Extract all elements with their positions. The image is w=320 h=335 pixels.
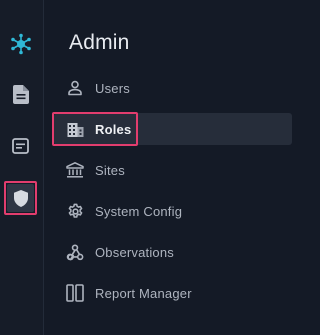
rail-item-admin[interactable]	[4, 181, 37, 215]
building-icon	[64, 118, 86, 140]
panel-title: Admin	[69, 31, 130, 54]
menu-item-label: Report Manager	[95, 285, 192, 301]
network-hub-icon	[10, 33, 31, 54]
menu-item-system-config[interactable]: System Config	[54, 195, 292, 227]
rail-item-admin-selected-bg	[7, 184, 34, 212]
menu-item-label: Sites	[95, 162, 125, 178]
menu-item-label: System Config	[95, 203, 183, 219]
note-card-icon	[12, 137, 29, 154]
shield-icon	[13, 189, 28, 207]
bank-icon	[64, 159, 86, 181]
menu-item-report-manager[interactable]: Report Manager	[54, 277, 292, 309]
app-window: Admin Users Roles Sites System Config Ob…	[0, 0, 297, 335]
webhook-icon	[64, 241, 86, 263]
menu-item-users[interactable]: Users	[54, 72, 292, 104]
menu-item-observations[interactable]: Observations	[54, 236, 292, 268]
rail-item-documents[interactable]	[5, 79, 36, 110]
user-icon	[64, 77, 86, 99]
admin-panel: Admin Users Roles Sites System Config Ob…	[44, 0, 297, 335]
report-panel-icon	[64, 282, 86, 304]
rail-item-notes[interactable]	[5, 130, 36, 161]
icon-rail	[0, 0, 44, 335]
gear-icon	[64, 200, 86, 222]
document-icon	[12, 85, 29, 104]
app-logo[interactable]	[5, 28, 36, 59]
menu-item-sites[interactable]: Sites	[54, 154, 292, 186]
menu-item-label: Users	[95, 80, 130, 96]
menu-item-roles[interactable]: Roles	[54, 113, 292, 145]
menu-item-label: Observations	[95, 244, 174, 260]
menu-item-label: Roles	[95, 121, 132, 137]
